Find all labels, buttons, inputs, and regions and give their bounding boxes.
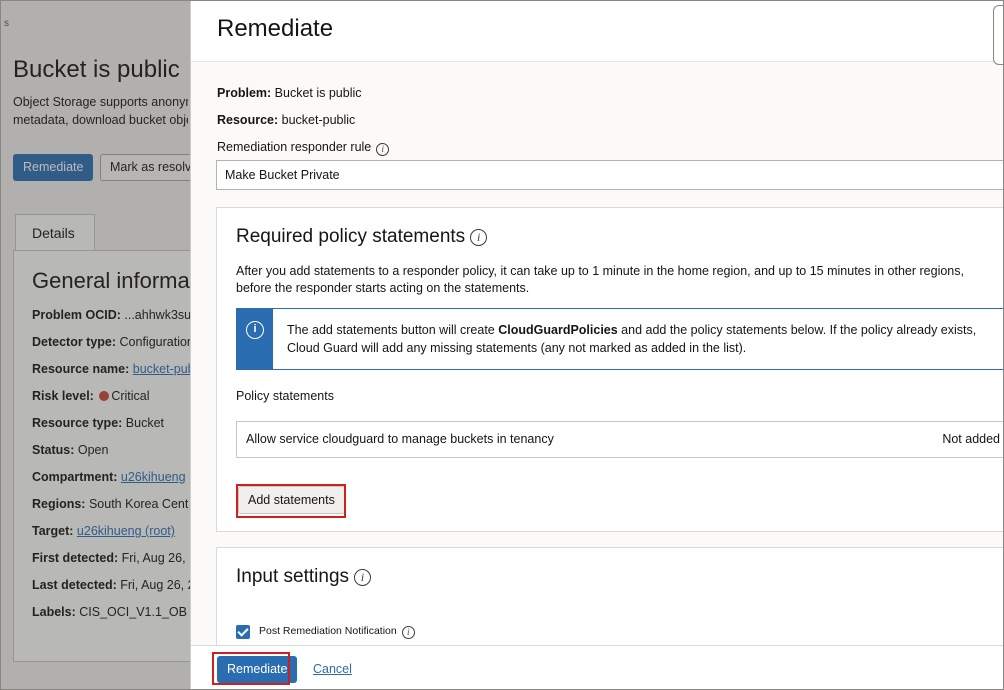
statement-text: Allow service cloudguard to manage bucke… (246, 432, 554, 446)
header-edge-control[interactable] (993, 5, 1003, 65)
responder-rule-select[interactable]: Make Bucket Private (216, 160, 1004, 190)
rule-label: Remediation responder rule i (217, 140, 390, 156)
input-card-title: Input settings i (236, 566, 372, 588)
policy-card-title: Required policy statements i (236, 226, 488, 248)
info-notice: i The add statements button will create … (236, 308, 1004, 370)
checkbox-label: Post Remediation Notification i (259, 625, 415, 639)
policy-statements-card: Required policy statements i After you ad… (216, 207, 1004, 532)
policy-card-description: After you add statements to a responder … (236, 264, 964, 295)
info-icon[interactable]: i (376, 143, 390, 156)
panel-footer: Remediate Cancel (191, 645, 1004, 690)
panel-title: Remediate (217, 15, 334, 42)
checkbox-checked-icon[interactable] (236, 625, 250, 639)
remediate-panel: Remediate Problem: Bucket is public Reso… (190, 0, 1004, 690)
statement-status: Not added (942, 432, 1000, 446)
add-statements-button[interactable]: Add statements (238, 486, 345, 514)
table-row: Allow service cloudguard to manage bucke… (236, 421, 1004, 458)
cancel-link[interactable]: Cancel (313, 662, 352, 676)
info-icon[interactable]: i (354, 569, 372, 586)
panel-header: Remediate (191, 0, 1004, 65)
info-icon[interactable]: i (470, 229, 488, 246)
info-circle-icon: i (246, 321, 264, 339)
notice-text: The add statements button will create Cl… (287, 323, 977, 355)
info-icon[interactable]: i (401, 626, 415, 639)
notice-bar: i (237, 309, 273, 369)
problem-field: Problem: Bucket is public (217, 86, 362, 100)
resource-field: Resource: bucket-public (217, 113, 356, 127)
remediate-button[interactable]: Remediate (217, 656, 298, 683)
policy-statements-label: Policy statements (236, 389, 334, 403)
input-settings-card: Input settings i Post Remediation Notific… (216, 547, 1004, 657)
